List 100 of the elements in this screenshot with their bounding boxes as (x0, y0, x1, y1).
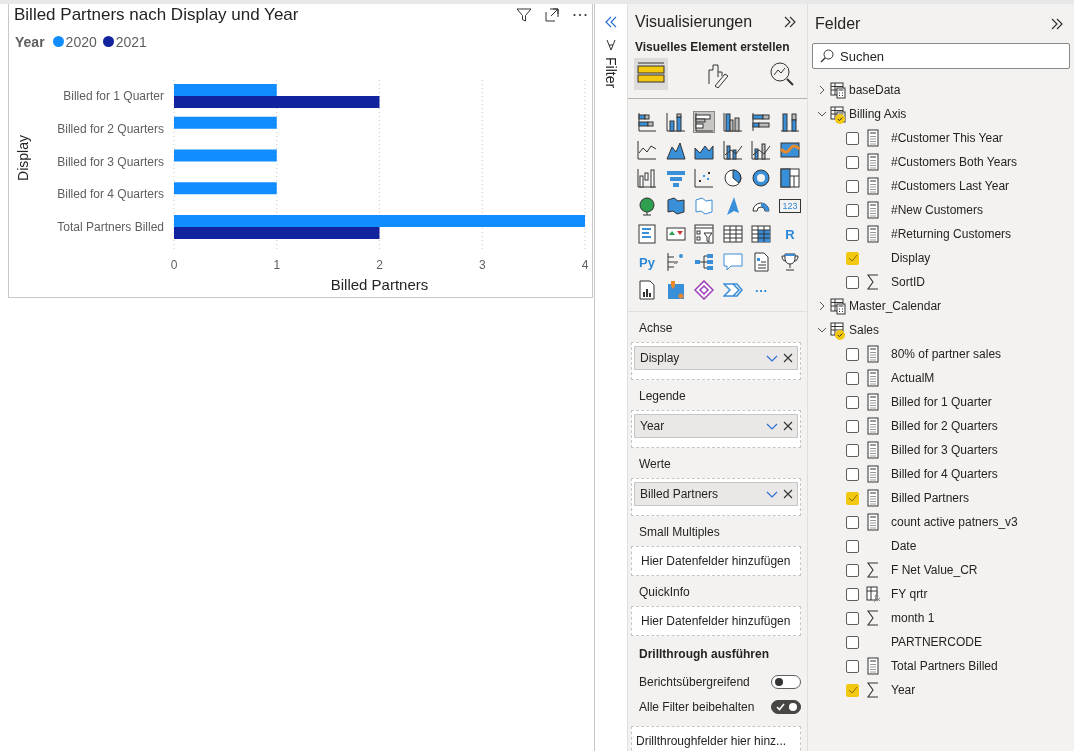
drop-zone[interactable]: Hier Datenfelder hinzufügen (631, 606, 801, 636)
focus-mode-icon[interactable] (544, 7, 560, 23)
checkbox[interactable] (846, 419, 859, 433)
visual-type-button[interactable] (636, 111, 658, 133)
visual-type-button[interactable] (750, 111, 773, 133)
visual-type-button[interactable] (664, 111, 687, 133)
table-node[interactable]: Sales (817, 318, 1074, 342)
visual-type-button[interactable] (636, 139, 658, 161)
expand-icon[interactable] (604, 15, 618, 29)
checkbox[interactable] (846, 539, 859, 553)
drop-zone[interactable]: Hier Datenfelder hinzufügen (631, 546, 801, 576)
checkbox[interactable] (846, 275, 859, 289)
visual-type-button[interactable] (778, 167, 801, 189)
field-item[interactable]: #Customer This Year (817, 126, 1074, 150)
checkbox[interactable] (846, 131, 859, 145)
checkbox[interactable] (846, 515, 859, 529)
checkbox[interactable] (846, 563, 859, 577)
checkbox[interactable] (846, 347, 859, 361)
visual-type-button[interactable] (693, 223, 716, 245)
visual-type-button[interactable] (636, 195, 658, 217)
globe-icon (637, 196, 657, 216)
visual-type-button[interactable] (636, 279, 658, 301)
field-pill[interactable]: Billed Partners (634, 482, 798, 506)
close-icon[interactable] (783, 353, 793, 363)
checkbox[interactable] (846, 635, 859, 649)
checkbox[interactable] (846, 587, 859, 601)
field-item[interactable]: month 1 (817, 606, 1074, 630)
table-node[interactable]: Billing Axis (817, 102, 1074, 126)
collapse-icon[interactable] (783, 15, 797, 29)
chevron-right-icon[interactable] (817, 84, 827, 96)
sum-icon (866, 273, 880, 291)
field-item[interactable]: #New Customers (817, 198, 1074, 222)
search-field[interactable]: Suchen (812, 43, 1070, 69)
checkbox[interactable] (846, 659, 859, 673)
field-item[interactable]: Date (817, 534, 1074, 558)
drop-zone[interactable]: Year (631, 410, 801, 448)
visual-type-button[interactable] (778, 111, 801, 133)
pie-icon (722, 168, 743, 188)
visual-type-button[interactable]: 123 (778, 199, 801, 213)
checkbox[interactable] (846, 155, 859, 169)
field-item[interactable]: #Customers Both Years (817, 150, 1074, 174)
field-item[interactable]: ActualM (817, 366, 1074, 390)
visual-type-button[interactable] (664, 195, 687, 217)
field-item[interactable]: FY qrtr (817, 582, 1074, 606)
field-item[interactable]: Year (817, 678, 1074, 702)
visual-type-button[interactable] (693, 111, 716, 133)
well-label: QuickInfo (638, 584, 691, 601)
toggle-switch[interactable] (771, 699, 801, 714)
drop-zone[interactable]: Display (631, 342, 801, 380)
checkbox[interactable] (846, 203, 859, 217)
visual-type-button[interactable] (636, 167, 658, 189)
toggle-switch[interactable] (771, 674, 801, 689)
visual-type-button[interactable] (750, 167, 773, 189)
field-item[interactable]: Billed for 4 Quarters (817, 462, 1074, 486)
visual-type-button[interactable] (721, 139, 744, 161)
filter-icon[interactable] (516, 7, 532, 23)
checkbox[interactable] (846, 179, 859, 193)
visual-type-button[interactable] (721, 167, 744, 189)
checkbox[interactable] (846, 443, 859, 457)
visual-type-button[interactable] (721, 111, 744, 133)
field-item[interactable]: Total Partners Billed (817, 654, 1074, 678)
field-item[interactable]: 80% of partner sales (817, 342, 1074, 366)
chevron-right-icon[interactable] (817, 300, 827, 312)
checkbox[interactable] (846, 371, 859, 385)
table-node[interactable]: Master_Calendar (817, 294, 1074, 318)
visual-type-button[interactable] (750, 223, 773, 245)
field-item[interactable]: PARTNERCODE (817, 630, 1074, 654)
field-item[interactable]: Billed for 2 Quarters (817, 414, 1074, 438)
visual-type-button[interactable] (750, 139, 773, 161)
close-icon[interactable] (783, 489, 793, 499)
magnifier-chart-icon (768, 60, 796, 88)
filter-pane-label[interactable]: Filter (603, 57, 619, 89)
visual-type-button[interactable] (693, 279, 716, 301)
field-item[interactable]: Display (817, 246, 1074, 270)
field-item[interactable]: #Customers Last Year (817, 174, 1074, 198)
checkbox[interactable] (846, 227, 859, 241)
field-item[interactable]: #Returning Customers (817, 222, 1074, 246)
visual-type-button[interactable] (778, 251, 801, 273)
field-pill[interactable]: Year (634, 414, 798, 438)
field-pill[interactable]: Display (634, 346, 798, 370)
drop-zone[interactable]: Drillthroughfelder hier hinz... (631, 726, 801, 751)
visual-type-button[interactable] (778, 139, 801, 161)
field-item[interactable]: Billed for 3 Quarters (817, 438, 1074, 462)
trophy-icon (779, 252, 800, 272)
scatter-icon (694, 168, 715, 188)
checkbox[interactable] (846, 467, 859, 481)
table-node[interactable]: baseData (817, 78, 1074, 102)
well-label: Achse (638, 320, 674, 337)
field-item[interactable]: SortID (817, 270, 1074, 294)
field-item[interactable]: Billed for 1 Quarter (817, 390, 1074, 414)
close-icon[interactable] (783, 421, 793, 431)
checkbox[interactable] (846, 611, 859, 625)
field-item[interactable]: count active patners_v3 (817, 510, 1074, 534)
checkbox[interactable] (846, 395, 859, 409)
visual-type-button[interactable] (721, 223, 744, 245)
drop-zone[interactable]: Billed Partners (631, 478, 801, 516)
field-item[interactable]: Billed Partners (817, 486, 1074, 510)
axis-tick-label: 1 (273, 258, 281, 272)
collapse-icon[interactable] (1050, 16, 1064, 31)
field-item[interactable]: F Net Value_CR (817, 558, 1074, 582)
